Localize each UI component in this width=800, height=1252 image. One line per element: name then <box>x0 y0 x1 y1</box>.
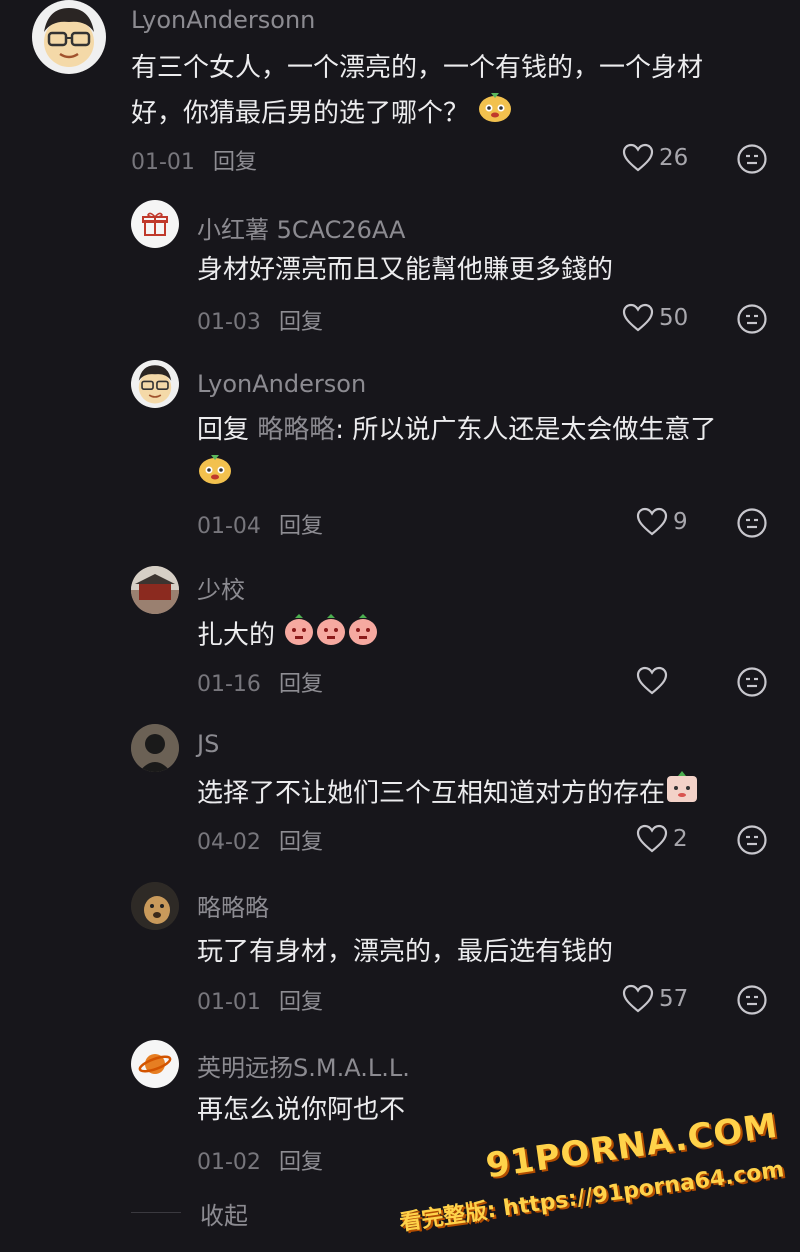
comment-meta: 01-02 回复 <box>197 1144 323 1176</box>
reply-button[interactable]: 回复 <box>279 310 323 335</box>
heart-icon <box>636 666 668 695</box>
like-button[interactable]: 57 <box>622 984 688 1014</box>
building-photo-avatar[interactable] <box>131 566 179 614</box>
comment-text: 身材好漂亮而且又能幫他賺更多錢的 <box>197 255 614 285</box>
reply-button[interactable]: 回复 <box>279 830 323 855</box>
shy-face-emoji <box>665 770 699 818</box>
like-button[interactable] <box>636 666 668 696</box>
comment-text: 扎大的 <box>197 612 379 660</box>
comment-meta: 01-04 回复 <box>197 508 323 540</box>
peach-face-emoji <box>315 612 347 660</box>
dislike-icon[interactable] <box>736 984 768 1016</box>
comment-meta: 01-01 回复 <box>131 144 257 176</box>
comment-text: 选择了不让她们三个互相知道对方的存在 <box>197 770 699 818</box>
like-count: 9 <box>673 509 688 535</box>
like-count: 26 <box>659 145 689 171</box>
reply-button[interactable]: 回复 <box>279 990 323 1015</box>
comment-date: 01-04 <box>197 514 261 539</box>
reply-button[interactable]: 回复 <box>279 514 323 539</box>
site-watermark: 91PORNA.COM 看完整版: https://91porna64.com <box>391 1106 786 1237</box>
dislike-icon[interactable] <box>736 507 768 539</box>
like-count: 50 <box>659 305 689 331</box>
comment-username[interactable]: LyonAnderson <box>197 370 366 398</box>
like-button[interactable]: 50 <box>622 303 688 333</box>
heart-icon <box>622 984 654 1013</box>
dislike-icon[interactable] <box>736 824 768 856</box>
comment-username[interactable]: LyonAndersonn <box>131 6 315 34</box>
peach-face-emoji <box>347 612 379 660</box>
like-count: 2 <box>673 826 688 852</box>
like-button[interactable]: 26 <box>622 143 688 173</box>
comment-meta: 01-01 回复 <box>197 984 323 1016</box>
comment-date: 01-01 <box>131 150 195 175</box>
comment-meta: 01-16 回复 <box>197 666 323 698</box>
dislike-icon[interactable] <box>736 143 768 175</box>
comment-text: 回复 略略略: 所以说广东人还是太会做生意了 <box>197 415 717 445</box>
comment-username[interactable]: JS <box>197 730 219 758</box>
comment-username[interactable]: 英明远扬S.M.A.L.L. <box>197 1048 410 1083</box>
glasses-face-avatar[interactable] <box>32 0 106 74</box>
comment-date: 01-16 <box>197 672 261 697</box>
comment-text: 有三个女人，一个漂亮的，一个有钱的，一个身材 <box>131 53 704 83</box>
comment-date: 04-02 <box>197 830 261 855</box>
comment-username[interactable]: 略略略 <box>197 888 269 923</box>
reply-button[interactable]: 回复 <box>279 672 323 697</box>
lion-face-emoji <box>197 452 233 500</box>
comment-username[interactable]: 小红薯 5CAC26AA <box>197 210 405 245</box>
comment-meta: 04-02 回复 <box>197 824 323 856</box>
heart-icon <box>636 507 668 536</box>
comment-username[interactable]: 少校 <box>197 570 245 605</box>
dislike-icon[interactable] <box>736 666 768 698</box>
like-count: 57 <box>659 986 689 1012</box>
lion-face-emoji <box>477 90 513 138</box>
dark-figure-avatar[interactable] <box>131 724 179 772</box>
comment-text-line2 <box>197 452 233 500</box>
collapse-button[interactable]: 收起 <box>200 1196 248 1231</box>
comment-date: 01-03 <box>197 310 261 335</box>
comment-text: 再怎么说你阿也不 <box>197 1095 406 1125</box>
collapse-divider <box>131 1212 181 1213</box>
comment-date: 01-02 <box>197 1150 261 1175</box>
planet-avatar[interactable] <box>131 1040 179 1088</box>
heart-icon <box>622 303 654 332</box>
dog-photo-avatar[interactable] <box>131 882 179 930</box>
reply-prefix: 回复 <box>197 415 250 445</box>
comment-meta: 01-03 回复 <box>197 304 323 336</box>
comment-text-line2: 好，你猜最后男的选了哪个？ <box>131 90 513 138</box>
like-button[interactable]: 2 <box>636 824 688 854</box>
glasses-face-avatar[interactable] <box>131 360 179 408</box>
comment-date: 01-01 <box>197 990 261 1015</box>
heart-icon <box>636 824 668 853</box>
like-button[interactable]: 9 <box>636 507 688 537</box>
reply-button[interactable]: 回复 <box>213 150 257 175</box>
reply-target-name[interactable]: 略略略 <box>257 415 335 445</box>
peach-face-emoji <box>283 612 315 660</box>
heart-icon <box>622 143 654 172</box>
dislike-icon[interactable] <box>736 303 768 335</box>
reply-button[interactable]: 回复 <box>279 1150 323 1175</box>
comment-text: 玩了有身材，漂亮的，最后选有钱的 <box>197 937 614 967</box>
gift-avatar[interactable] <box>131 200 179 248</box>
